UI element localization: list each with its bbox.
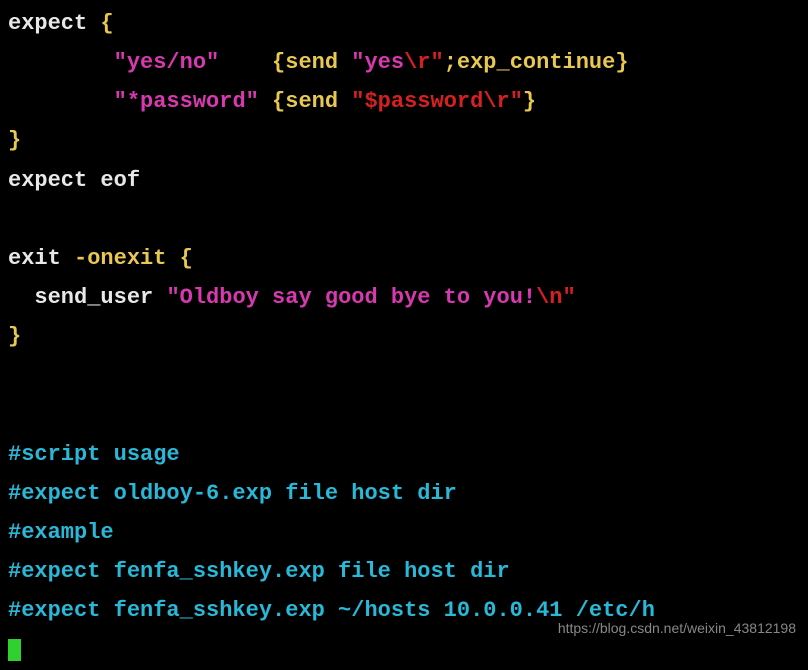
code-line: expect eof xyxy=(8,161,800,200)
watermark-text: https://blog.csdn.net/weixin_43812198 xyxy=(558,616,796,641)
comment-line: #example xyxy=(8,513,800,552)
code-line: "yes/no" {send "yes\r";exp_continue} xyxy=(8,43,800,82)
code-line: "*password" {send "$password\r"} xyxy=(8,82,800,121)
terminal-code: expect { "yes/no" {send "yes\r";exp_cont… xyxy=(8,4,800,670)
comment-line: #expect fenfa_sshkey.exp file host dir xyxy=(8,552,800,591)
code-line: } xyxy=(8,317,800,356)
blank-line xyxy=(8,396,800,435)
blank-line xyxy=(8,200,800,239)
code-line: expect { xyxy=(8,4,800,43)
code-line: } xyxy=(8,121,800,160)
cursor-icon xyxy=(8,639,21,661)
blank-line xyxy=(8,356,800,395)
comment-line: #script usage xyxy=(8,435,800,474)
code-line: exit -onexit { xyxy=(8,239,800,278)
code-line: send_user "Oldboy say good bye to you!\n… xyxy=(8,278,800,317)
comment-line: #expect oldboy-6.exp file host dir xyxy=(8,474,800,513)
